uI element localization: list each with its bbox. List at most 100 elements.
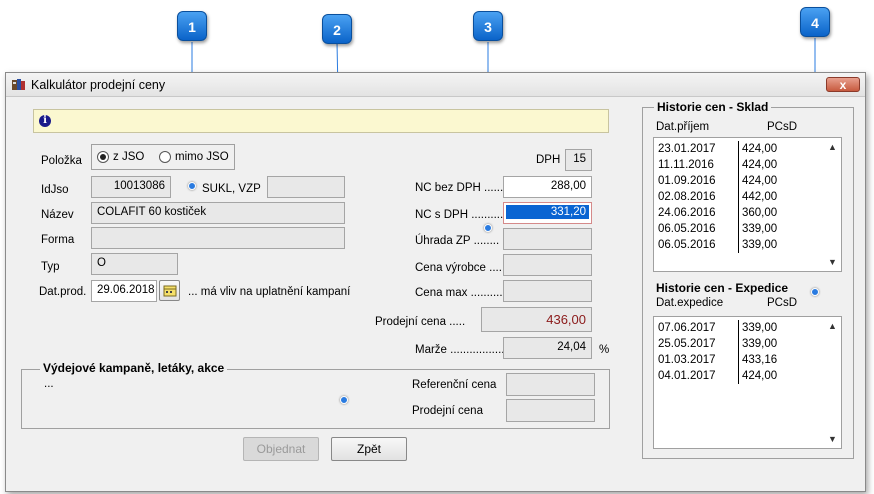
list-item[interactable]: 25.05.2017 339,00 — [654, 336, 824, 352]
scroll-down-icon[interactable]: ▼ — [828, 434, 837, 444]
history-sklad-col-date: Dat.příjem — [656, 121, 710, 133]
title-bar: Kalkulátor prodejní ceny x — [6, 73, 865, 97]
history-expedice-col-date: Dat.expedice — [656, 297, 724, 309]
list-item[interactable]: 11.11.2016 424,00 — [654, 157, 824, 173]
callout-3-marker — [484, 224, 492, 232]
sukl-label: SUKL, VZP — [202, 183, 261, 195]
row-price: 339,00 — [738, 320, 777, 336]
row-date: 01.03.2017 — [658, 354, 716, 366]
row-price: 339,00 — [738, 336, 777, 352]
row-price: 424,00 — [738, 173, 777, 189]
prodejni-cena-field[interactable]: 436,00 — [481, 307, 592, 332]
typ-field[interactable]: O — [91, 253, 178, 275]
marze-label: Marže .................. — [415, 344, 508, 356]
campaigns-prodejni-cena-label: Prodejní cena — [412, 405, 483, 417]
list-item[interactable]: 01.09.2016 424,00 — [654, 173, 824, 189]
campaigns-text: ... — [44, 378, 54, 390]
row-date: 06.05.2016 — [658, 223, 716, 235]
polozka-radio-group: z JSO mimo JSO — [91, 144, 235, 170]
row-date: 06.05.2016 — [658, 239, 716, 251]
history-expedice-list[interactable]: 07.06.2017 339,00 25.05.2017 339,00 01.03.20… — [653, 316, 842, 449]
radio-mimo-jso[interactable] — [159, 151, 171, 163]
close-button[interactable]: x — [826, 77, 860, 92]
scroll-up-icon[interactable]: ▲ — [828, 142, 837, 152]
row-date: 02.08.2016 — [658, 191, 716, 203]
calendar-icon — [163, 285, 176, 297]
uhrada-label: Úhrada ZP ........ — [415, 235, 500, 247]
nazev-label: Název — [41, 209, 74, 221]
row-date: 25.05.2017 — [658, 338, 716, 350]
scroll-down-icon[interactable]: ▼ — [828, 257, 837, 267]
radio-mimo-jso-label[interactable]: mimo JSO — [175, 151, 229, 163]
campaigns-title: Výdejové kampaně, letáky, akce — [40, 361, 228, 375]
callout-3: 3 — [473, 11, 503, 41]
app-icon — [11, 77, 26, 92]
uhrada-field[interactable] — [503, 228, 592, 250]
cena-vyrobce-label: Cena výrobce .... — [415, 262, 502, 274]
row-price: 424,00 — [738, 368, 777, 384]
row-date: 01.09.2016 — [658, 175, 716, 187]
info-bar: i — [33, 109, 609, 133]
row-price: 433,16 — [738, 352, 777, 368]
list-item[interactable]: 04.01.2017 424,00 — [654, 368, 824, 384]
cena-vyrobce-field[interactable] — [503, 254, 592, 276]
history-sklad-title: Historie cen - Sklad — [654, 100, 772, 114]
row-price: 339,00 — [738, 237, 777, 253]
objednat-button[interactable]: Objednat — [243, 437, 319, 461]
nazev-field[interactable]: COLAFIT 60 kostiček — [91, 202, 345, 224]
prodejni-cena-label: Prodejní cena ..... — [375, 316, 466, 328]
callout-2-marker — [340, 396, 348, 404]
callout-4: 4 — [800, 7, 830, 37]
forma-label: Forma — [41, 234, 75, 246]
calculator-window: Kalkulátor prodejní ceny x i Položka z J… — [5, 72, 866, 492]
datprod-field[interactable]: 29.06.2018 — [91, 280, 157, 302]
radio-z-jso-label[interactable]: z JSO — [113, 151, 144, 163]
row-date: 07.06.2017 — [658, 322, 716, 334]
radio-z-jso[interactable] — [97, 151, 109, 163]
ref-cena-label: Referenční cena — [412, 379, 497, 391]
nc-s-dph-label: NC s DPH ........... — [415, 209, 507, 221]
history-expedice-col-price: PCsD — [767, 297, 798, 309]
dph-field[interactable]: 15 — [565, 149, 592, 171]
list-item[interactable]: 06.05.2016 339,00 — [654, 221, 824, 237]
list-item[interactable]: 24.06.2016 360,00 — [654, 205, 824, 221]
nc-bez-dph-label: NC bez DPH ...... — [415, 182, 504, 194]
calendar-button[interactable] — [159, 280, 180, 301]
history-sklad-col-price: PCsD — [767, 121, 798, 133]
callout-1: 1 — [177, 11, 207, 41]
window-title: Kalkulátor prodejní ceny — [31, 78, 166, 92]
cena-max-field[interactable] — [503, 280, 592, 302]
nc-bez-dph-field[interactable]: 288,00 — [503, 176, 592, 198]
row-date: 11.11.2016 — [658, 159, 714, 171]
list-item[interactable]: 06.05.2016 339,00 — [654, 237, 824, 253]
idjso-label: IdJso — [41, 184, 69, 196]
history-sklad-list[interactable]: 23.01.2017 424,00 11.11.2016 424,00 01.09.20… — [653, 137, 842, 272]
sukl-field[interactable] — [267, 176, 345, 198]
callout-1-marker — [188, 182, 196, 190]
ref-cena-field[interactable] — [506, 373, 595, 396]
row-price: 360,00 — [738, 205, 777, 221]
list-item[interactable]: 01.03.2017 433,16 — [654, 352, 824, 368]
marze-field[interactable]: 24,04 — [503, 337, 592, 359]
typ-label: Typ — [41, 261, 60, 273]
list-item[interactable]: 02.08.2016 442,00 — [654, 189, 824, 205]
row-price: 424,00 — [738, 157, 777, 173]
campaigns-prodejni-cena-field[interactable] — [506, 399, 595, 422]
forma-field[interactable] — [91, 227, 345, 249]
marze-unit: % — [599, 344, 610, 356]
scroll-up-icon[interactable]: ▲ — [828, 321, 837, 331]
list-item[interactable]: 07.06.2017 339,00 — [654, 320, 824, 336]
nc-s-dph-field[interactable]: 331,20 — [503, 202, 592, 224]
dph-label: DPH — [536, 154, 561, 166]
datprod-label: Dat.prod. — [39, 286, 87, 298]
idjso-field[interactable]: 10013086 — [91, 176, 171, 198]
row-date: 23.01.2017 — [658, 143, 716, 155]
nc-s-dph-selected-value: 331,20 — [506, 205, 589, 219]
list-item[interactable]: 23.01.2017 424,00 — [654, 141, 824, 157]
row-price: 442,00 — [738, 189, 777, 205]
info-icon: i — [39, 115, 51, 127]
row-date: 04.01.2017 — [658, 370, 716, 382]
history-expedice-title: Historie cen - Expedice — [656, 281, 789, 295]
zpet-button[interactable]: Zpět — [331, 437, 407, 461]
polozka-label: Položka — [41, 155, 82, 167]
